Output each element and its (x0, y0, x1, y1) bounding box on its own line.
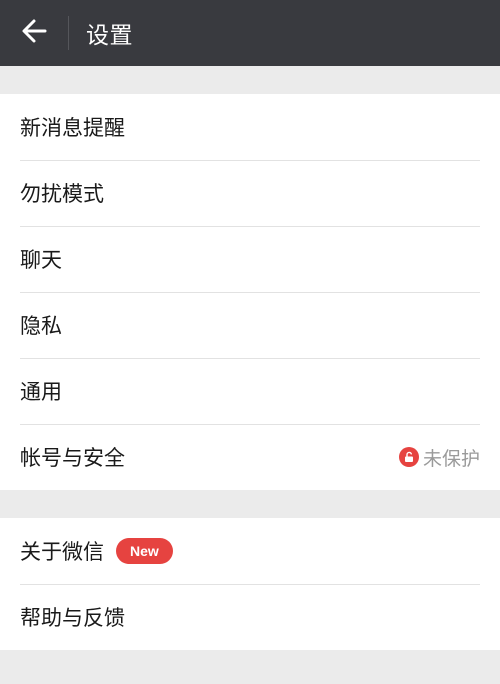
settings-item-account-security[interactable]: 帐号与安全 未保护 (0, 424, 500, 490)
account-protection-status: 未保护 (398, 444, 480, 471)
header-divider (68, 16, 69, 50)
status-text: 未保护 (422, 447, 480, 470)
lock-open-icon (398, 447, 419, 467)
settings-item-label: 新消息提醒 (20, 116, 125, 140)
settings-item-label: 帮助与反馈 (20, 606, 125, 630)
back-button[interactable] (0, 0, 68, 66)
page-title: 设置 (86, 23, 133, 49)
settings-item-label: 勿扰模式 (20, 182, 104, 206)
settings-item-privacy[interactable]: 隐私 (0, 292, 500, 358)
new-badge: New (116, 538, 173, 564)
settings-item-do-not-disturb[interactable]: 勿扰模式 (0, 160, 500, 226)
settings-item-label: 隐私 (20, 314, 62, 338)
settings-item-label: 关于微信 (20, 540, 104, 564)
settings-item-help-feedback[interactable]: 帮助与反馈 (0, 584, 500, 650)
arrow-left-icon (21, 18, 47, 48)
settings-item-chat[interactable]: 聊天 (0, 226, 500, 292)
settings-item-label: 帐号与安全 (20, 446, 125, 470)
top-bar: 设置 (0, 0, 500, 66)
settings-item-about-wechat[interactable]: 关于微信 New (0, 518, 500, 584)
settings-item-label: 聊天 (20, 248, 62, 272)
settings-item-new-message-alerts[interactable]: 新消息提醒 (0, 94, 500, 160)
settings-item-label: 通用 (20, 380, 62, 404)
settings-group-about: 关于微信 New 帮助与反馈 (0, 518, 500, 650)
settings-group-main: 新消息提醒 勿扰模式 聊天 隐私 通用 帐号与安全 未保护 (0, 94, 500, 490)
settings-item-general[interactable]: 通用 (0, 358, 500, 424)
